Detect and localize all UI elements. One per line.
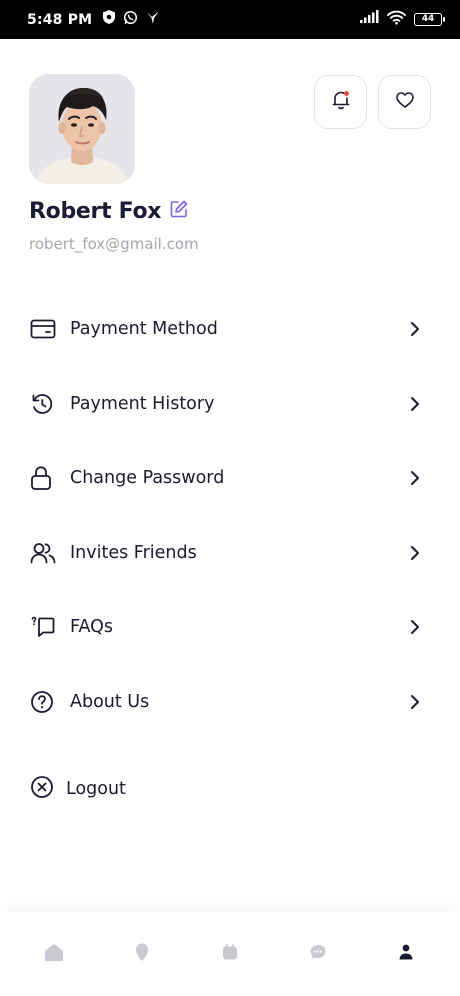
- lock-icon: [30, 464, 58, 492]
- menu-item-label: Change Password: [70, 468, 225, 489]
- chevron-right-icon: [410, 692, 424, 712]
- close-circle-icon: [30, 775, 54, 804]
- logout-button[interactable]: Logout: [0, 752, 460, 826]
- shield-icon: [102, 9, 116, 30]
- status-time: 5:48 PM: [27, 11, 93, 28]
- profile-email: robert_fox@gmail.com: [29, 235, 199, 253]
- favorites-button[interactable]: [378, 75, 431, 129]
- chevron-right-icon: [410, 617, 424, 637]
- heart-icon: [395, 91, 415, 114]
- nav-chat[interactable]: [296, 932, 340, 976]
- menu-item-label: Payment Method: [70, 319, 218, 340]
- nav-location[interactable]: [120, 932, 164, 976]
- menu-item-label: Invites Friends: [70, 542, 197, 563]
- nav-home[interactable]: [32, 932, 76, 976]
- profile-name: Robert Fox: [29, 199, 162, 224]
- chevron-right-icon: [410, 319, 424, 339]
- notifications-button[interactable]: [314, 75, 367, 129]
- chevron-right-icon: [410, 543, 424, 563]
- chevron-right-icon: [410, 468, 424, 488]
- menu-item-change-password[interactable]: Change Password: [0, 441, 460, 516]
- profile-icon: [398, 943, 414, 966]
- menu-item-label: FAQs: [70, 617, 114, 638]
- avatar[interactable]: [29, 74, 135, 184]
- home-icon: [43, 942, 65, 967]
- faq-icon: [30, 613, 58, 641]
- edit-icon[interactable]: [169, 199, 189, 224]
- menu-item-about-us[interactable]: About Us: [0, 665, 460, 740]
- logout-label: Logout: [66, 779, 126, 799]
- history-icon: [30, 390, 58, 418]
- bird-icon: [145, 10, 161, 30]
- profile-photo: [29, 74, 135, 184]
- menu-item-invite-friends[interactable]: Invites Friends: [0, 516, 460, 591]
- profile-name-row: Robert Fox: [29, 199, 189, 224]
- menu-item-payment-method[interactable]: Payment Method: [0, 292, 460, 367]
- menu-item-payment-history[interactable]: Payment History: [0, 367, 460, 442]
- users-icon: [30, 539, 58, 567]
- signal-icon: [359, 10, 379, 29]
- location-icon: [134, 942, 150, 967]
- bell-icon: [331, 89, 351, 116]
- calendar-icon: [221, 943, 239, 966]
- card-icon: [30, 315, 58, 343]
- nav-profile[interactable]: [384, 932, 428, 976]
- wifi-icon: [387, 10, 406, 30]
- battery-icon: 44: [414, 13, 445, 26]
- bottom-nav: [0, 912, 460, 996]
- menu-item-label: About Us: [70, 691, 150, 712]
- status-bar: 5:48 PM 44: [0, 0, 460, 39]
- whatsapp-icon: [123, 10, 138, 30]
- menu-item-faqs[interactable]: FAQs: [0, 590, 460, 665]
- settings-menu: Payment Method Payment History Change Pa…: [0, 292, 460, 739]
- chevron-right-icon: [410, 394, 424, 414]
- menu-item-label: Payment History: [70, 393, 215, 414]
- notification-dot: [343, 90, 349, 96]
- chat-icon: [309, 943, 327, 966]
- battery-level: 44: [421, 14, 435, 24]
- help-circle-icon: [30, 688, 58, 716]
- nav-calendar[interactable]: [208, 932, 252, 976]
